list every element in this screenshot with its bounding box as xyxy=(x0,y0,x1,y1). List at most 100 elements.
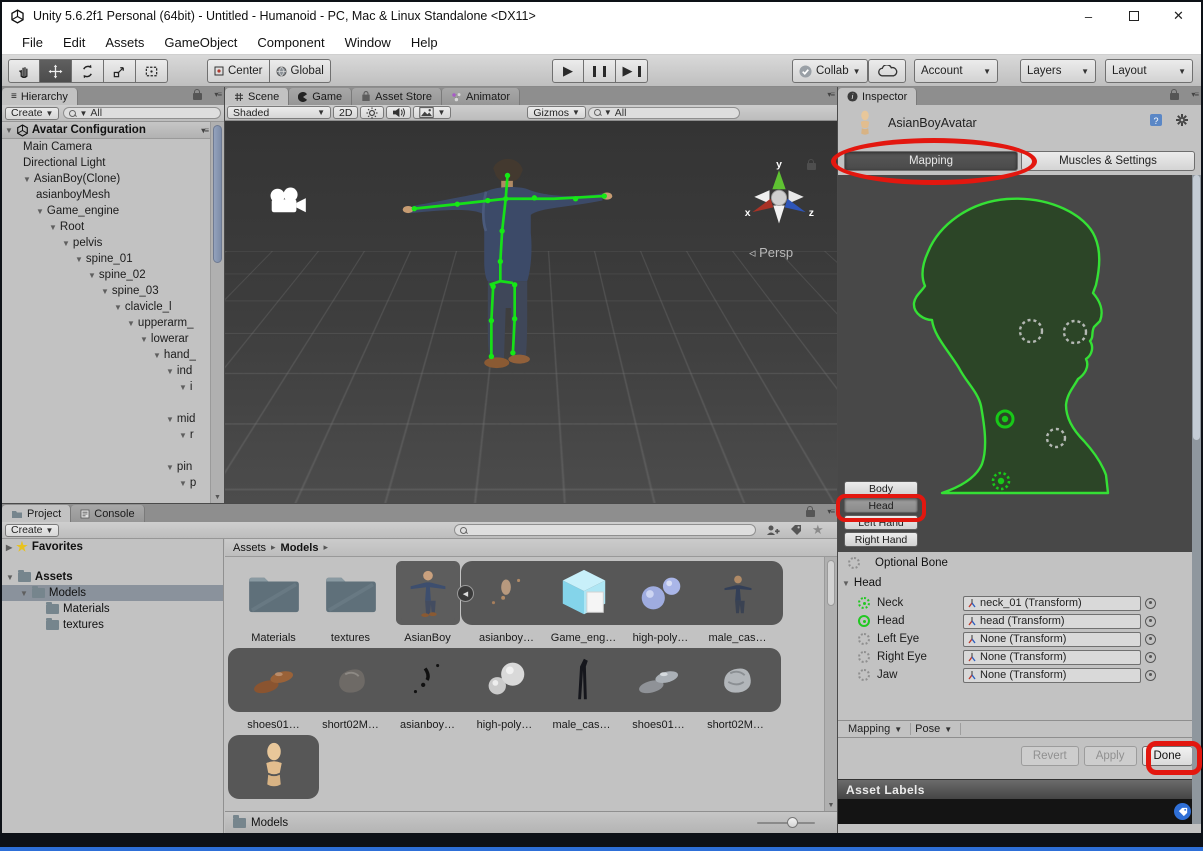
account-dropdown[interactable]: Account▼ xyxy=(914,59,998,83)
foldout-arrow[interactable]: ▼ xyxy=(140,335,148,344)
foldout-arrow[interactable]: ▼ xyxy=(36,207,44,216)
foldout-arrow[interactable]: ▼ xyxy=(101,287,109,296)
asset-item-male-cas[interactable]: male_cas… xyxy=(699,566,776,644)
breadcrumb-assets[interactable]: Assets xyxy=(233,542,266,554)
foldout-arrow[interactable]: ▼ xyxy=(114,303,122,312)
axis-x-cone[interactable] xyxy=(752,199,773,212)
pause-button[interactable] xyxy=(584,59,616,83)
hierarchy-item-pin[interactable]: ▼pin xyxy=(2,459,210,475)
asset-item-asianboy[interactable]: asianboy… xyxy=(468,566,545,644)
body-part-body[interactable]: Body xyxy=(844,481,918,496)
axis-z-cone[interactable] xyxy=(785,199,806,212)
hierarchy-item-r[interactable]: ▼r xyxy=(2,427,210,443)
shading-mode-dropdown[interactable]: Shaded▼ xyxy=(227,106,331,119)
foldout-arrow[interactable]: ▼ xyxy=(166,415,174,424)
hierarchy-item-ind[interactable]: ▼ind xyxy=(2,363,210,379)
asset-item-asianboy[interactable]: asianboy… xyxy=(389,653,466,731)
hierarchy-item-directional-light[interactable]: Directional Light xyxy=(2,155,210,171)
menu-file[interactable]: File xyxy=(12,35,53,50)
foldout-arrow[interactable]: ▼ xyxy=(6,573,14,582)
pane-menu-icon[interactable]: ▾≡ xyxy=(827,90,834,99)
foldout-arrow[interactable]: ▼ xyxy=(62,239,70,248)
head-section-foldout[interactable]: ▼ Head xyxy=(842,577,881,589)
tab-game[interactable]: Game xyxy=(289,88,352,105)
project-scrollbar[interactable]: ▼ xyxy=(824,557,837,811)
asset-item-asianboy[interactable]: AsianBoy xyxy=(389,566,466,644)
hierarchy-item-asianboymesh[interactable]: asianboyMesh xyxy=(2,187,210,203)
project-tree-textures[interactable]: textures xyxy=(2,617,223,633)
create-dropdown[interactable]: Create▼ xyxy=(5,107,59,120)
cloud-button[interactable] xyxy=(868,59,906,83)
pane-menu-icon[interactable]: ▾≡ xyxy=(214,90,221,99)
foldout-arrow[interactable]: ▼ xyxy=(153,351,161,360)
scroll-down-icon[interactable]: ▼ xyxy=(211,494,224,501)
asset-item-shoes01[interactable]: shoes01… xyxy=(620,653,697,731)
object-picker-icon[interactable] xyxy=(1145,670,1156,681)
inspector-scrollbar[interactable] xyxy=(1192,175,1201,824)
space-toggle-button[interactable]: Global xyxy=(270,59,331,83)
tab-animator[interactable]: Animator xyxy=(442,88,520,105)
layout-dropdown[interactable]: Layout▼ xyxy=(1105,59,1193,83)
hierarchy-root-item[interactable]: ▼ Avatar Configuration ▾≡ xyxy=(2,122,210,139)
pose-menu-dropdown[interactable]: Pose▼ xyxy=(911,723,961,735)
favorites-star-icon[interactable]: ★ xyxy=(812,522,824,538)
foldout-arrow[interactable]: ▼ xyxy=(20,589,28,598)
gear-icon[interactable] xyxy=(1175,113,1189,127)
camera-gizmo-icon[interactable] xyxy=(267,185,307,219)
object-picker-icon[interactable] xyxy=(1145,616,1156,627)
hierarchy-item-mid[interactable]: ▼mid xyxy=(2,411,210,427)
project-tree-assets[interactable]: ▼Assets xyxy=(2,569,223,585)
foldout-arrow[interactable]: ▼ xyxy=(166,367,174,376)
hierarchy-item-p[interactable]: ▼p xyxy=(2,475,210,491)
asset-item-textures[interactable]: textures xyxy=(312,566,389,644)
hierarchy-item-game-engine[interactable]: ▼Game_engine xyxy=(2,203,210,219)
hierarchy-scrollbar[interactable]: ▼ xyxy=(210,122,224,503)
hierarchy-item-upperarm[interactable]: ▼upperarm_ xyxy=(2,315,210,331)
maximize-button[interactable] xyxy=(1111,2,1156,30)
lock-icon[interactable] xyxy=(806,510,815,517)
project-tree-models[interactable]: ▼Models xyxy=(2,585,223,601)
hierarchy-item-spine-01[interactable]: ▼spine_01 xyxy=(2,251,210,267)
step-button[interactable]: ▶ xyxy=(616,59,648,83)
mapping-menu-dropdown[interactable]: Mapping▼ xyxy=(844,723,911,735)
hierarchy-item-main-camera[interactable]: Main Camera xyxy=(2,139,210,155)
orientation-gizmo[interactable]: y x z xyxy=(741,157,817,233)
object-picker-icon[interactable] xyxy=(1145,634,1156,645)
hierarchy-item-clavicle-l[interactable]: ▼clavicle_l xyxy=(2,299,210,315)
gizmo-lock-icon[interactable] xyxy=(807,163,816,170)
minimize-button[interactable]: – xyxy=(1066,2,1111,30)
tab-asset-store[interactable]: Asset Store xyxy=(352,88,442,105)
scrollbar-thumb[interactable] xyxy=(213,125,222,263)
avatar-tab-muscles-settings[interactable]: Muscles & Settings xyxy=(1021,151,1195,171)
bone-field-jaw[interactable]: None (Transform) xyxy=(963,668,1141,683)
rect-tool-button[interactable] xyxy=(136,59,168,83)
pivot-toggle-button[interactable]: Center xyxy=(207,59,270,83)
scroll-down-icon[interactable]: ▼ xyxy=(825,802,837,809)
bone-field-right-eye[interactable]: None (Transform) xyxy=(963,650,1141,665)
tab-inspector[interactable]: i Inspector xyxy=(838,88,917,105)
asset-item-game-eng[interactable]: Game_eng… xyxy=(545,566,622,644)
scrollbar-thumb[interactable] xyxy=(827,560,835,606)
asset-item-shoes01[interactable]: shoes01… xyxy=(235,653,312,731)
scene-menu-icon[interactable]: ▾≡ xyxy=(201,126,208,135)
bone-field-neck[interactable]: neck_01 (Transform) xyxy=(963,596,1141,611)
tab-console[interactable]: Console xyxy=(71,505,144,522)
scene-search-input[interactable]: ▼All xyxy=(588,107,740,119)
body-part-left-hand[interactable]: Left Hand xyxy=(844,515,918,530)
menu-assets[interactable]: Assets xyxy=(95,35,154,50)
object-picker-icon[interactable] xyxy=(1145,652,1156,663)
menu-component[interactable]: Component xyxy=(247,35,334,50)
project-tree-materials[interactable]: Materials xyxy=(2,601,223,617)
bone-field-head[interactable]: head (Transform) xyxy=(963,614,1141,629)
gizmo-center-cube[interactable] xyxy=(771,190,786,205)
asset-item-item[interactable] xyxy=(235,740,312,806)
lighting-toggle-button[interactable] xyxy=(360,106,384,119)
hierarchy-item-pelvis[interactable]: ▼pelvis xyxy=(2,235,210,251)
add-label-button[interactable] xyxy=(1174,803,1191,820)
hierarchy-search-input[interactable]: ▼All xyxy=(63,107,221,119)
avatar-tab-mapping[interactable]: Mapping xyxy=(844,151,1018,171)
play-button[interactable]: ▶ xyxy=(552,59,584,83)
hierarchy-item-i[interactable]: ▼i xyxy=(2,379,210,395)
expand-subassets-button[interactable]: ◀ xyxy=(457,585,474,602)
scene-viewport[interactable]: y x z ◃ Persp xyxy=(225,121,837,503)
